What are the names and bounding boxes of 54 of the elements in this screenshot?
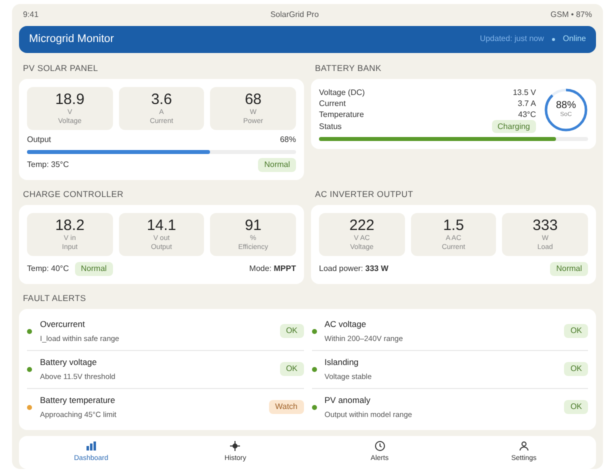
status-badge: OK — [564, 324, 588, 338]
clock-icon — [374, 440, 386, 452]
signal-battery-status: GSM • 87% — [550, 8, 592, 21]
metric-value: 18.2 — [55, 216, 84, 234]
metric-value: 222 — [349, 216, 374, 234]
fault-name: Islanding — [324, 356, 360, 368]
status-badge: OK — [280, 362, 304, 376]
person-icon — [518, 440, 530, 452]
section-title: BATTERY BANK — [314, 62, 382, 75]
metric-value: 68 — [244, 91, 262, 108]
fault-name: AC voltage — [324, 318, 368, 330]
metric-value: 18.9 — [55, 91, 84, 108]
battery-label: Status — [319, 121, 342, 132]
battery-label: Temperature — [319, 109, 364, 120]
mode-text: Mode: MPPT — [249, 262, 296, 275]
status-badge: Normal — [74, 262, 113, 276]
status-time: 9:41 — [23, 8, 39, 21]
section-title: CHARGE CONTROLLER — [22, 188, 124, 201]
battery-label: Current — [319, 98, 346, 109]
status-badge: OK — [564, 362, 588, 376]
metric-value: 3.6 — [151, 91, 172, 108]
battery-value: 3.7 A — [518, 98, 536, 109]
output-reading: 68% — [280, 134, 296, 146]
fault-name: Overcurrent — [40, 318, 86, 330]
fault-name: Battery temperature — [40, 394, 116, 406]
status-badge: Watch — [269, 400, 304, 414]
metric-value: 14.1 — [146, 216, 176, 234]
online-status: Online — [562, 33, 586, 46]
temperature-text: Temp: 40°C — [27, 262, 69, 275]
status-badge: Normal — [258, 158, 296, 172]
battery-label: Voltage (DC) — [319, 87, 365, 98]
crosshair-icon — [229, 440, 242, 452]
metric-value: 1.5 — [443, 216, 464, 234]
bar-chart-icon — [85, 440, 98, 452]
soc-value: 88% — [556, 100, 576, 111]
status-badge: OK — [564, 400, 588, 414]
fault-name: PV anomaly — [324, 394, 372, 406]
app-name: SolarGrid Pro — [270, 8, 319, 21]
section-title: AC INVERTER OUTPUT — [314, 188, 414, 201]
section-title: PV SOLAR PANEL — [22, 62, 100, 75]
battery-value: 43°C — [518, 109, 536, 120]
fault-name: Battery voltage — [40, 356, 98, 368]
metric-value: 91 — [244, 216, 262, 234]
temperature-text: Temp: 35°C — [27, 159, 69, 171]
status-badge: OK — [280, 324, 304, 338]
section-title: FAULT ALERTS — [22, 292, 88, 304]
status-badge: Charging — [492, 120, 536, 133]
header-title: Microgrid Monitor — [29, 32, 114, 48]
load-power-text: Load power: 333 W — [319, 262, 388, 275]
output-label: Output — [27, 134, 52, 146]
battery-value: 13.5 V — [512, 87, 536, 98]
metric-value: 333 — [532, 216, 558, 234]
status-badge: Normal — [550, 262, 588, 276]
updated-text: Updated: just now — [480, 33, 544, 46]
